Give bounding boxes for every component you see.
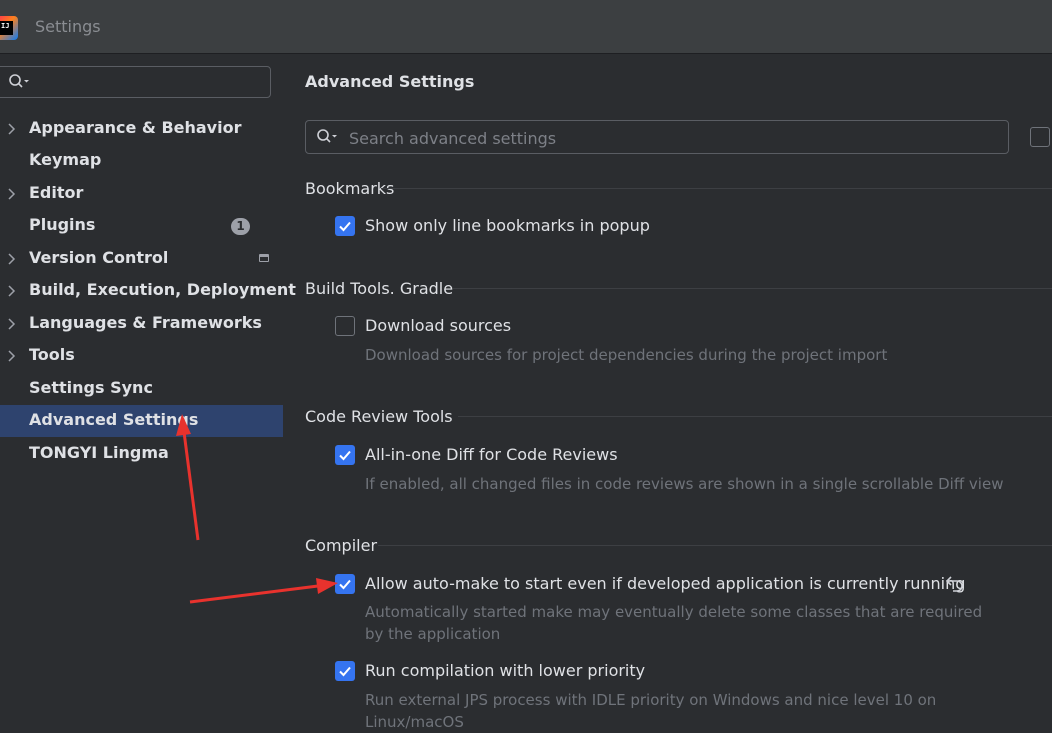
search-input[interactable] [347, 125, 991, 151]
chevron-right-icon [8, 253, 16, 265]
section-divider [381, 188, 1052, 189]
section-divider [378, 545, 1052, 546]
option-label[interactable]: Allow auto-make to start even if develop… [365, 574, 965, 593]
run-compilation-lower-priority-checkbox[interactable] [335, 661, 355, 681]
option-label[interactable]: All-in-one Diff for Code Reviews [365, 445, 618, 464]
advanced-settings-search [305, 120, 1009, 154]
all-in-one-diff-checkbox[interactable] [335, 445, 355, 465]
modified-only-checkbox[interactable] [1030, 127, 1050, 147]
project-level-icon [259, 254, 269, 262]
allow-auto-make-checkbox[interactable] [335, 574, 355, 594]
checkmark-icon [339, 579, 351, 590]
section-title-build-tools-gradle: Build Tools. Gradle [305, 279, 454, 298]
option-description: Automatically started make may eventuall… [365, 603, 983, 621]
sidebar-item-languages-frameworks[interactable]: Languages & Frameworks [0, 308, 283, 340]
section-divider [458, 416, 1052, 417]
sidebar-item-label: Keymap [29, 150, 102, 169]
option-label[interactable]: Download sources [365, 316, 511, 335]
sidebar-item-build-execution-deployment[interactable]: Build, Execution, Deployment [0, 275, 296, 307]
option-description: Download sources for project dependencie… [365, 346, 888, 364]
sidebar-item-settings-sync[interactable]: Settings Sync [0, 373, 283, 405]
updates-badge: 1 [231, 218, 250, 235]
chevron-right-icon [8, 188, 16, 200]
sidebar-item-editor[interactable]: Editor [0, 178, 283, 210]
option-description: Linux/macOS [365, 713, 464, 731]
checkmark-icon [339, 450, 351, 461]
sidebar-search-field[interactable] [0, 66, 271, 98]
sidebar-item-label: Appearance & Behavior [29, 118, 242, 137]
option-description: If enabled, all changed files in code re… [365, 475, 1004, 493]
title-bar: IJ Settings [0, 0, 1052, 54]
sidebar-item-version-control[interactable]: Version Control [0, 243, 283, 275]
sidebar-item-label: Tools [29, 345, 75, 364]
section-title-code-review-tools: Code Review Tools [305, 407, 453, 426]
sidebar-item-appearance-behavior[interactable]: Appearance & Behavior [0, 113, 283, 145]
sidebar-item-label: TONGYI Lingma [29, 443, 169, 462]
sidebar-item-keymap[interactable]: Keymap [0, 145, 283, 177]
sidebar-item-tools[interactable]: Tools [0, 340, 283, 372]
window-title: Settings [35, 17, 101, 36]
chevron-right-icon [8, 123, 16, 135]
reset-to-default-icon[interactable] [945, 574, 965, 592]
option-label[interactable]: Show only line bookmarks in popup [365, 216, 650, 235]
advanced-settings-panel: Advanced Settings Bookmarks Show only li… [283, 54, 1052, 731]
sidebar-item-tongyi-lingma[interactable]: TONGYI Lingma [0, 438, 283, 470]
search-icon [9, 74, 29, 88]
sidebar-item-label: Build, Execution, Deployment [29, 280, 296, 299]
sidebar-item-advanced-settings[interactable]: Advanced Settings [0, 405, 283, 437]
option-description: by the application [365, 625, 501, 643]
sidebar-item-label: Plugins [29, 215, 96, 234]
sidebar-item-label: Settings Sync [29, 378, 153, 397]
sidebar-item-label: Editor [29, 183, 84, 202]
page-title: Advanced Settings [305, 72, 475, 91]
intellij-logo-icon: IJ [0, 16, 18, 40]
sidebar-item-label: Version Control [29, 248, 169, 267]
sidebar-item-label: Languages & Frameworks [29, 313, 262, 332]
section-title-compiler: Compiler [305, 536, 378, 555]
sidebar-item-plugins[interactable]: Plugins 1 [0, 210, 283, 242]
settings-sidebar: Appearance & Behavior Keymap Editor Plug… [0, 54, 296, 721]
download-sources-checkbox[interactable] [335, 316, 355, 336]
chevron-right-icon [8, 285, 16, 297]
option-description: Run external JPS process with IDLE prior… [365, 691, 937, 709]
sidebar-item-label: Advanced Settings [29, 410, 199, 429]
section-divider [453, 288, 1052, 289]
chevron-right-icon [8, 350, 16, 362]
option-label[interactable]: Run compilation with lower priority [365, 661, 645, 680]
checkmark-icon [339, 666, 351, 677]
checkmark-icon [339, 221, 351, 232]
chevron-right-icon [8, 318, 16, 330]
search-icon[interactable] [316, 128, 338, 146]
show-only-line-bookmarks-checkbox[interactable] [335, 216, 355, 236]
